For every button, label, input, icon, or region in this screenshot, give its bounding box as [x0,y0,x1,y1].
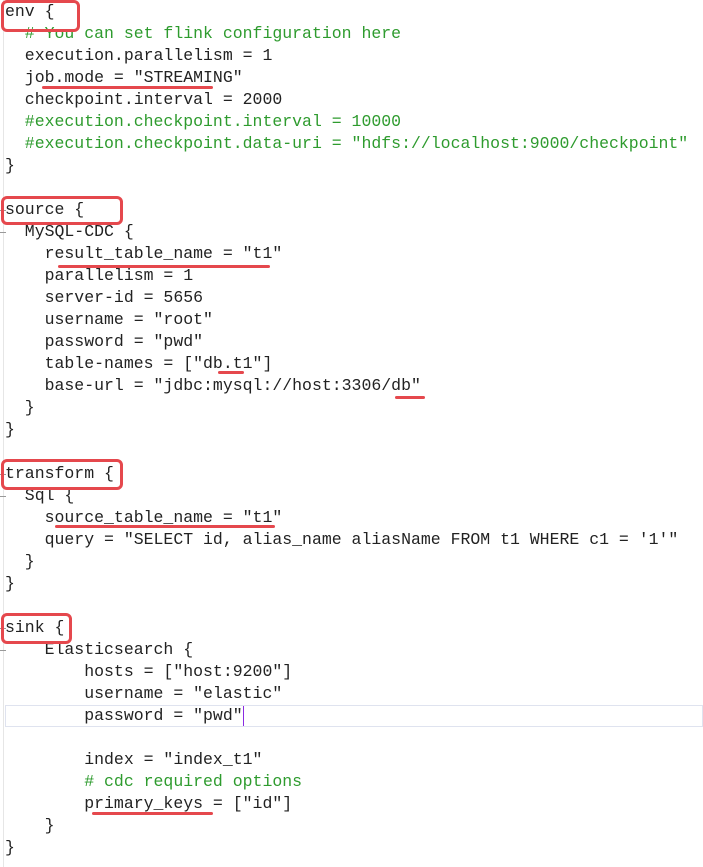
code-comment-line[interactable]: # You can set flink configuration here [5,23,401,45]
code-line[interactable]: transform { [5,463,114,485]
code-line[interactable]: env { [5,1,55,23]
fold-marker-icon[interactable] [0,650,6,651]
code-line[interactable]: server-id = 5656 [5,287,203,309]
code-line[interactable]: index = "index_t1" [5,749,262,771]
code-line[interactable]: source { [5,199,84,221]
code-line[interactable]: password = "pwd" [5,331,203,353]
code-line[interactable]: query = "SELECT id, alias_name aliasName… [5,529,679,551]
code-line[interactable]: Sql { [5,485,75,507]
code-line[interactable]: } [5,397,35,419]
code-line[interactable]: base-url = "jdbc:mysql://host:3306/db" [5,375,421,397]
code-line[interactable]: parallelism = 1 [5,265,194,287]
code-line[interactable]: } [5,573,15,595]
code-line[interactable]: result_table_name = "t1" [5,243,283,265]
code-line[interactable]: hosts = ["host:9200"] [5,661,292,683]
code-line[interactable]: sink { [5,617,64,639]
code-line[interactable]: MySQL-CDC { [5,221,134,243]
editor-gutter [0,0,4,867]
code-comment-line[interactable]: #execution.checkpoint.data-uri = "hdfs:/… [5,133,688,155]
code-comment-line[interactable]: # cdc required options [5,771,302,793]
fold-marker-icon[interactable] [0,210,6,211]
code-line[interactable]: username = "root" [5,309,213,331]
fold-marker-icon[interactable] [0,474,6,475]
code-line[interactable]: table-names = ["db.t1"] [5,353,273,375]
code-line[interactable]: } [5,837,15,859]
fold-marker-icon[interactable] [0,628,6,629]
fold-marker-icon[interactable] [0,496,6,497]
code-comment-line[interactable]: #execution.checkpoint.interval = 10000 [5,111,401,133]
code-editor[interactable]: env { # You can set flink configuration … [0,0,703,867]
text-cursor [242,706,244,726]
code-line[interactable]: primary_keys = ["id"] [5,793,292,815]
code-line[interactable]: username = "elastic" [5,683,282,705]
fold-marker-icon[interactable] [0,232,6,233]
code-line[interactable]: } [5,419,15,441]
current-code-line[interactable]: password = "pwd" [5,705,703,727]
code-line[interactable]: } [5,551,35,573]
code-line[interactable]: } [5,155,15,177]
code-line[interactable]: Elasticsearch { [5,639,194,661]
code-line[interactable]: checkpoint.interval = 2000 [5,89,282,111]
code-line[interactable]: job.mode = "STREAMING" [5,67,243,89]
code-line[interactable]: source_table_name = "t1" [5,507,283,529]
code-line[interactable]: } [5,815,55,837]
code-line[interactable]: execution.parallelism = 1 [5,45,273,67]
